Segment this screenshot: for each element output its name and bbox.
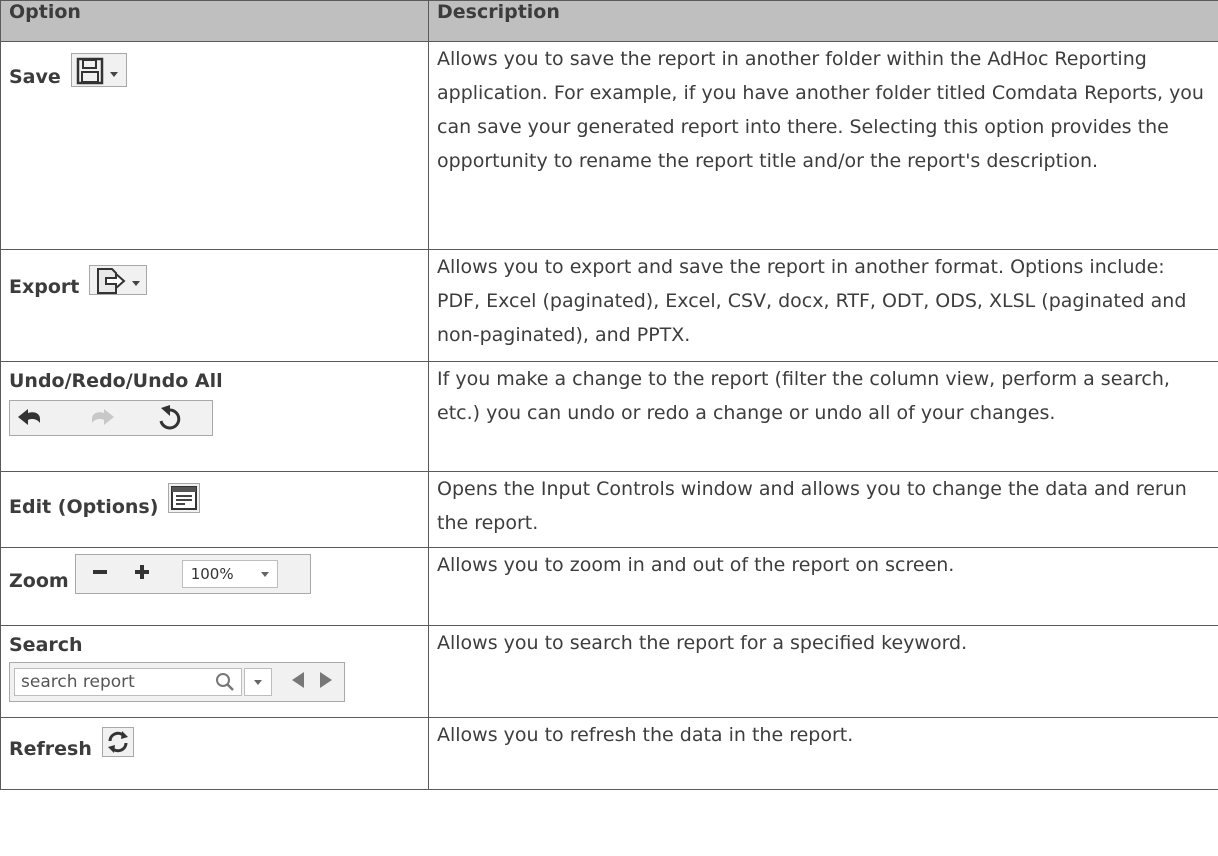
description-cell: Allows you to export and save the report… (428, 249, 1218, 362)
option-label: Edit (Options) (9, 496, 159, 518)
header-description: Description (428, 0, 1218, 42)
undo-icon[interactable] (18, 409, 40, 425)
zoom-out-icon[interactable] (80, 562, 120, 587)
option-cell: Edit (Options) (0, 471, 429, 548)
option-cell: Zoom 100% (0, 547, 429, 626)
redo-icon[interactable] (92, 409, 114, 425)
option-label: Save (9, 66, 61, 88)
edit-options-button[interactable] (168, 483, 201, 513)
table-row: Save Allows you to save the report in an… (0, 41, 1218, 250)
description-cell: Allows you to save the report in another… (428, 41, 1218, 250)
option-label: Search (9, 634, 83, 656)
description-cell: Allows you to refresh the data in the re… (428, 717, 1218, 790)
option-label: Export (9, 276, 80, 298)
option-cell: Undo/Redo/Undo All (0, 361, 429, 472)
table-row: Undo/Redo/Undo All If you make a change … (0, 361, 1218, 472)
option-cell: Save (0, 41, 429, 250)
floppy-disk-icon (76, 57, 118, 85)
search-next-icon[interactable] (318, 670, 334, 695)
option-label: Refresh (9, 738, 92, 760)
table-row: Edit (Options) Opens the Input Controls … (0, 471, 1218, 548)
table-row: Export Allows you to export and save the… (0, 249, 1218, 362)
header-option: Option (0, 0, 429, 42)
search-icon[interactable] (215, 672, 235, 692)
search-input[interactable]: search report (14, 668, 242, 696)
undo-all-icon[interactable] (159, 405, 181, 430)
option-cell: Export (0, 249, 429, 362)
options-table: Option Description Save Allows you to sa… (0, 0, 1218, 790)
zoom-toolbar: 100% (74, 554, 311, 594)
search-previous-icon[interactable] (290, 670, 306, 695)
description-cell: Allows you to search the report for a sp… (428, 625, 1218, 718)
description-cell: If you make a change to the report (filt… (428, 361, 1218, 472)
search-placeholder: search report (21, 672, 135, 692)
chevron-down-icon (260, 571, 269, 577)
refresh-button[interactable] (101, 727, 134, 757)
export-icon (97, 268, 141, 294)
table-row: Search search report Allows you to searc… (0, 625, 1218, 718)
option-cell: Refresh (0, 717, 429, 790)
save-button[interactable] (70, 53, 127, 87)
chevron-down-icon (254, 679, 262, 685)
option-cell: Search search report (0, 625, 429, 718)
table-row: Zoom 100% Allows you to zoom in and out … (0, 547, 1218, 626)
option-label: Zoom (9, 570, 69, 592)
description-cell: Allows you to zoom in and out of the rep… (428, 547, 1218, 626)
zoom-level-select[interactable]: 100% (181, 560, 278, 588)
table-row: Refresh Allows you to refresh the data i… (0, 717, 1218, 790)
option-label: Undo/Redo/Undo All (9, 370, 223, 392)
zoom-value: 100% (190, 565, 234, 583)
header-row: Option Description (0, 0, 1218, 42)
search-toolbar: search report (9, 662, 345, 702)
options-icon (171, 486, 198, 510)
refresh-icon (107, 731, 128, 753)
undo-redo-toolbar (9, 400, 213, 436)
description-cell: Opens the Input Controls window and allo… (428, 471, 1218, 548)
export-button[interactable] (89, 265, 148, 295)
zoom-in-icon[interactable] (120, 562, 164, 587)
search-options-dropdown[interactable] (244, 668, 272, 696)
